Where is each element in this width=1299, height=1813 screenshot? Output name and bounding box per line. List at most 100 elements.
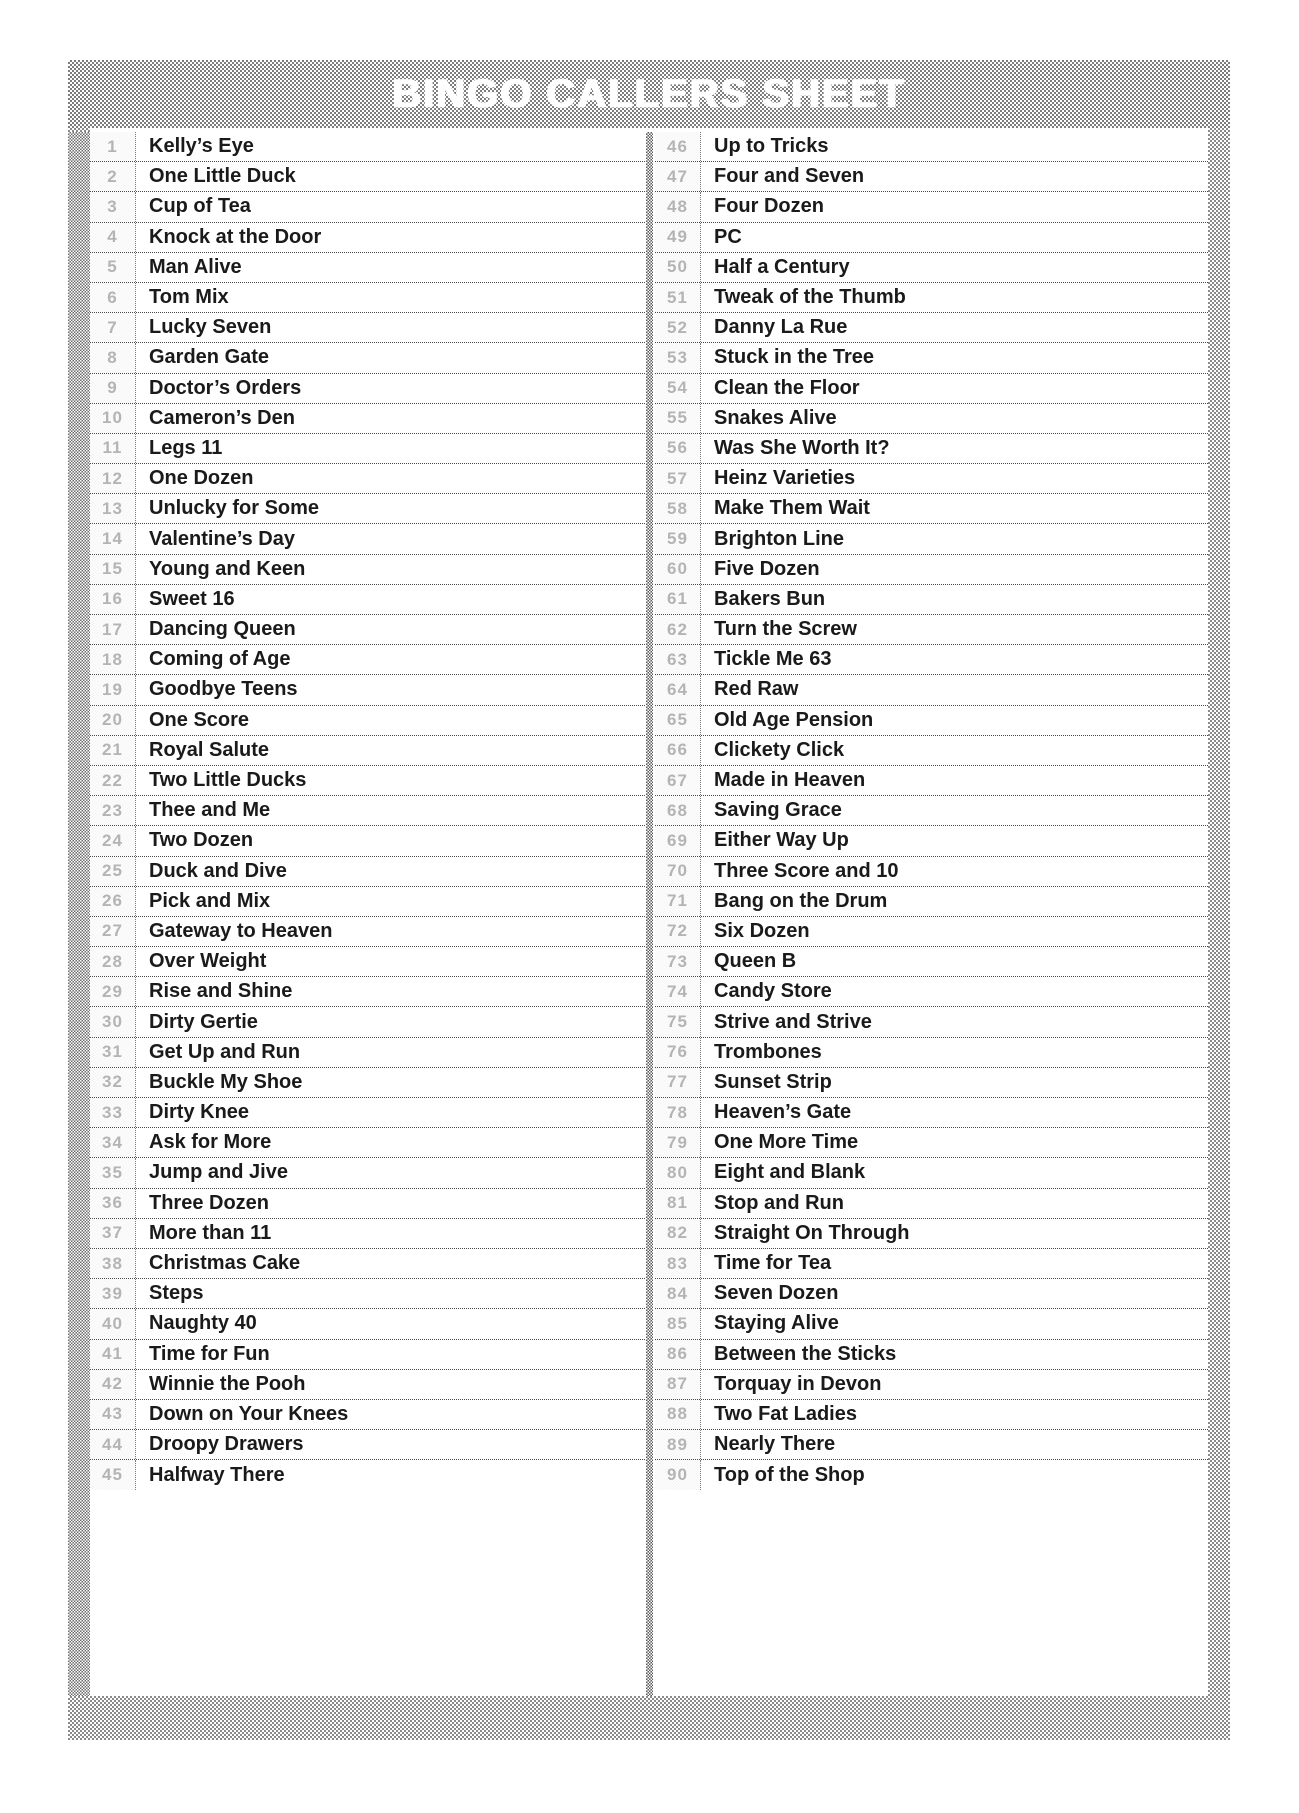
table-row[interactable]: 3 Cup of Tea <box>90 192 649 223</box>
table-row[interactable]: 59 Brighton Line <box>655 524 1208 555</box>
table-row[interactable]: 50 Half a Century <box>655 252 1208 283</box>
table-row[interactable]: 37 More than 11 <box>90 1218 649 1249</box>
table-row[interactable]: 29 Rise and Shine <box>90 977 649 1008</box>
table-row[interactable]: 28 Over Weight <box>90 947 649 978</box>
table-row[interactable]: 62 Turn the Screw <box>655 615 1208 646</box>
table-row[interactable]: 5 Man Alive <box>90 252 649 283</box>
bingo-call-name: Three Dozen <box>149 1191 270 1214</box>
bingo-call-name: Young and Keen <box>149 557 306 580</box>
table-row[interactable]: 41 Time for Fun <box>90 1339 649 1370</box>
table-row[interactable]: 24 Two Dozen <box>90 826 649 857</box>
table-row[interactable]: 52 Danny La Rue <box>655 313 1208 344</box>
table-row[interactable]: 56 Was She Worth It? <box>655 433 1208 465</box>
table-row[interactable]: 36 Three Dozen <box>90 1188 649 1219</box>
bingo-call-name: Dirty Gertie <box>149 1010 258 1033</box>
table-row[interactable]: 83 Time for Tea <box>655 1248 1208 1280</box>
table-row[interactable]: 18 Coming of Age <box>90 645 649 676</box>
table-row[interactable]: 44 Droopy Drawers <box>90 1430 649 1461</box>
bingo-number-cell: 67 <box>655 765 701 796</box>
table-row[interactable]: 4 Knock at the Door <box>90 222 649 253</box>
table-row[interactable]: 8 Garden Gate <box>90 343 649 374</box>
table-row[interactable]: 6 Tom Mix <box>90 282 649 314</box>
table-row[interactable]: 23 Thee and Me <box>90 796 649 827</box>
table-row[interactable]: 60 Five Dozen <box>655 554 1208 585</box>
table-row[interactable]: 1 Kelly’s Eye <box>90 132 649 163</box>
table-row[interactable]: 46 Up to Tricks <box>655 132 1208 163</box>
table-row[interactable]: 25 Duck and Dive <box>90 856 649 887</box>
table-row[interactable]: 31 Get Up and Run <box>90 1037 649 1068</box>
table-row[interactable]: 72 Six Dozen <box>655 916 1208 948</box>
bingo-number-cell: 56 <box>655 433 701 464</box>
bingo-call-name: Bakers Bun <box>714 587 826 610</box>
table-row[interactable]: 26 Pick and Mix <box>90 886 649 917</box>
table-row[interactable]: 35 Jump and Jive <box>90 1158 649 1189</box>
table-row[interactable]: 73 Queen B <box>655 947 1208 978</box>
table-row[interactable]: 75 Strive and Strive <box>655 1007 1208 1038</box>
table-row[interactable]: 47 Four and Seven <box>655 162 1208 193</box>
table-row[interactable]: 58 Make Them Wait <box>655 494 1208 525</box>
table-row[interactable]: 69 Either Way Up <box>655 826 1208 857</box>
table-row[interactable]: 51 Tweak of the Thumb <box>655 282 1208 314</box>
bingo-call-name: Brighton Line <box>714 527 844 550</box>
bingo-number-cell: 48 <box>655 192 701 222</box>
table-row[interactable]: 15 Young and Keen <box>90 554 649 585</box>
table-row[interactable]: 42 Winnie the Pooh <box>90 1369 649 1400</box>
table-row[interactable]: 81 Stop and Run <box>655 1188 1208 1219</box>
page-title: BINGO CALLERS SHEET <box>392 71 906 116</box>
table-row[interactable]: 17 Dancing Queen <box>90 615 649 646</box>
table-row[interactable]: 2 One Little Duck <box>90 162 649 193</box>
table-row[interactable]: 21 Royal Salute <box>90 735 649 766</box>
table-row[interactable]: 14 Valentine’s Day <box>90 524 649 555</box>
table-row[interactable]: 90 Top of the Shop <box>655 1460 1208 1491</box>
table-row[interactable]: 79 One More Time <box>655 1128 1208 1159</box>
table-row[interactable]: 53 Stuck in the Tree <box>655 343 1208 374</box>
table-row[interactable]: 12 One Dozen <box>90 464 649 495</box>
table-row[interactable]: 40 Naughty 40 <box>90 1309 649 1340</box>
table-row[interactable]: 89 Nearly There <box>655 1430 1208 1461</box>
table-row[interactable]: 66 Clickety Click <box>655 735 1208 766</box>
table-row[interactable]: 87 Torquay in Devon <box>655 1369 1208 1400</box>
table-row[interactable]: 65 Old Age Pension <box>655 705 1208 736</box>
table-row[interactable]: 9 Doctor’s Orders <box>90 373 649 404</box>
table-row[interactable]: 61 Bakers Bun <box>655 584 1208 615</box>
table-row[interactable]: 19 Goodbye Teens <box>90 675 649 706</box>
table-row[interactable]: 84 Seven Dozen <box>655 1279 1208 1310</box>
table-row[interactable]: 86 Between the Sticks <box>655 1339 1208 1370</box>
table-row[interactable]: 38 Christmas Cake <box>90 1248 649 1280</box>
table-row[interactable]: 88 Two Fat Ladies <box>655 1399 1208 1431</box>
table-row[interactable]: 82 Straight On Through <box>655 1218 1208 1249</box>
table-row[interactable]: 68 Saving Grace <box>655 796 1208 827</box>
table-row[interactable]: 32 Buckle My Shoe <box>90 1067 649 1098</box>
table-row[interactable]: 39 Steps <box>90 1279 649 1310</box>
table-row[interactable]: 30 Dirty Gertie <box>90 1007 649 1038</box>
table-row[interactable]: 45 Halfway There <box>90 1460 649 1491</box>
table-row[interactable]: 10 Cameron’s Den <box>90 403 649 434</box>
table-row[interactable]: 43 Down on Your Knees <box>90 1399 649 1431</box>
table-row[interactable]: 20 One Score <box>90 705 649 736</box>
table-row[interactable]: 49 PC <box>655 222 1208 253</box>
table-row[interactable]: 55 Snakes Alive <box>655 403 1208 434</box>
bingo-number-cell: 5 <box>90 252 136 282</box>
table-row[interactable]: 80 Eight and Blank <box>655 1158 1208 1189</box>
table-row[interactable]: 77 Sunset Strip <box>655 1067 1208 1098</box>
table-row[interactable]: 64 Red Raw <box>655 675 1208 706</box>
table-row[interactable]: 70 Three Score and 10 <box>655 856 1208 887</box>
table-row[interactable]: 48 Four Dozen <box>655 192 1208 223</box>
table-row[interactable]: 57 Heinz Varieties <box>655 464 1208 495</box>
table-row[interactable]: 16 Sweet 16 <box>90 584 649 615</box>
table-row[interactable]: 85 Staying Alive <box>655 1309 1208 1340</box>
table-row[interactable]: 63 Tickle Me 63 <box>655 645 1208 676</box>
table-row[interactable]: 78 Heaven’s Gate <box>655 1098 1208 1129</box>
table-row[interactable]: 7 Lucky Seven <box>90 313 649 344</box>
table-row[interactable]: 54 Clean the Floor <box>655 373 1208 404</box>
table-row[interactable]: 33 Dirty Knee <box>90 1098 649 1129</box>
table-row[interactable]: 27 Gateway to Heaven <box>90 916 649 948</box>
table-row[interactable]: 34 Ask for More <box>90 1128 649 1159</box>
table-row[interactable]: 22 Two Little Ducks <box>90 765 649 797</box>
table-row[interactable]: 74 Candy Store <box>655 977 1208 1008</box>
table-row[interactable]: 67 Made in Heaven <box>655 765 1208 797</box>
table-row[interactable]: 13 Unlucky for Some <box>90 494 649 525</box>
table-row[interactable]: 11 Legs 11 <box>90 433 649 465</box>
table-row[interactable]: 71 Bang on the Drum <box>655 886 1208 917</box>
table-row[interactable]: 76 Trombones <box>655 1037 1208 1068</box>
